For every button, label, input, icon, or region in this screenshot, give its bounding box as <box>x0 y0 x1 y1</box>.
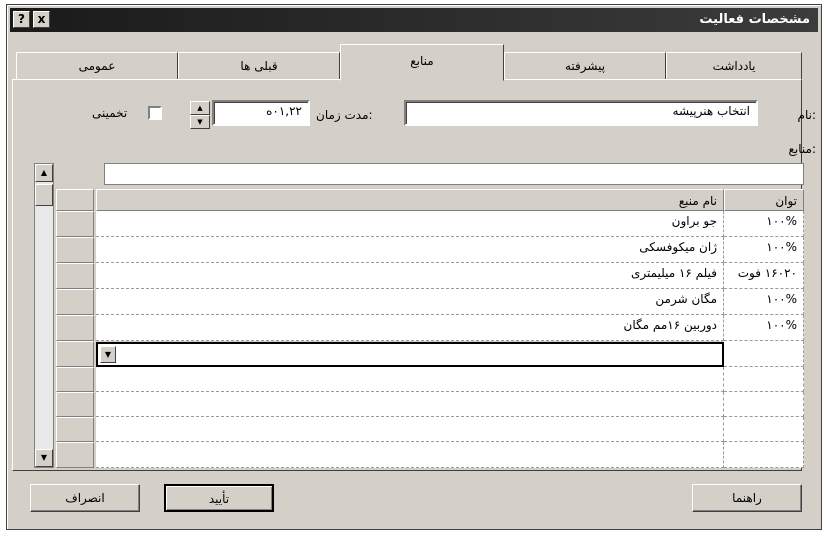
scroll-thumb[interactable] <box>35 184 53 206</box>
row-selector[interactable] <box>56 442 94 468</box>
tab-strip: یادداشت پیشرفته منابع قبلی ها عمومی <box>12 44 802 81</box>
cancel-button[interactable]: انصراف <box>30 484 140 512</box>
name-field[interactable]: انتخاب هنرپیشه <box>404 100 758 126</box>
row-selector[interactable] <box>56 392 94 417</box>
spin-up-icon[interactable]: ▲ <box>190 101 210 115</box>
help-button[interactable]: راهنما <box>692 484 802 512</box>
empty-cell[interactable] <box>96 367 724 392</box>
resource-name-cell[interactable]: مگان شرمن <box>96 289 724 315</box>
scroll-down-icon[interactable]: ▼ <box>35 449 53 467</box>
help-icon[interactable]: ? <box>13 11 30 28</box>
vertical-scrollbar[interactable]: ▲ ▼ <box>34 163 54 468</box>
tab-predecessors[interactable]: قبلی ها <box>178 52 340 80</box>
empty-cell[interactable] <box>724 442 804 468</box>
resource-units-cell[interactable]: ۱۰۰% <box>724 211 804 237</box>
resources-label: منابع: <box>788 142 816 156</box>
duration-label: مدت زمان: <box>316 108 373 122</box>
empty-cell[interactable] <box>724 417 804 442</box>
duration-spinner: ▲ ▼ <box>190 101 210 129</box>
grid-edit-bar[interactable] <box>104 163 804 185</box>
resource-name-cell[interactable]: جو براون <box>96 211 724 237</box>
resource-units-cell[interactable]: ۱۰۰% <box>724 315 804 341</box>
resource-name-cell[interactable]: فیلم ۱۶ میلیمتری <box>96 263 724 289</box>
row-selector[interactable] <box>56 289 94 315</box>
resources-grid: ▲ ▼ نام منبع توان جو براون ۱۰۰% ژان میکو… <box>34 163 804 468</box>
spin-down-icon[interactable]: ▼ <box>190 115 210 129</box>
tab-advanced[interactable]: پیشرفته <box>504 52 666 80</box>
resource-units-cell[interactable]: ۱۰۰% <box>724 237 804 263</box>
name-label: نام: <box>797 108 816 122</box>
resource-name-cell[interactable]: دوربین ۱۶مم مگان <box>96 315 724 341</box>
scroll-up-icon[interactable]: ▲ <box>35 164 53 182</box>
empty-cell[interactable] <box>96 392 724 417</box>
row-selector[interactable] <box>56 211 94 237</box>
estimated-checkbox[interactable] <box>148 106 162 120</box>
name-value: انتخاب هنرپیشه <box>672 104 750 118</box>
resource-units-cell[interactable]: ۱۰۰% <box>724 289 804 315</box>
row-selector[interactable] <box>56 367 94 392</box>
row-selector[interactable] <box>56 315 94 341</box>
header-row-selector <box>56 189 94 211</box>
tab-general[interactable]: عمومی <box>16 52 178 80</box>
row-selector[interactable] <box>56 341 94 367</box>
resource-name-cell[interactable]: ژان میکوفسکی <box>96 237 724 263</box>
column-header-name[interactable]: نام منبع <box>96 189 724 211</box>
resource-units-cell[interactable]: ۱۶۰۲۰ فوت <box>724 263 804 289</box>
dropdown-arrow-icon[interactable]: ▼ <box>100 346 116 363</box>
row-selector[interactable] <box>56 263 94 289</box>
close-icon[interactable]: x <box>33 11 50 28</box>
estimated-label: تخمینی <box>92 106 128 120</box>
tab-resources[interactable]: منابع <box>340 44 504 81</box>
empty-cell[interactable] <box>96 417 724 442</box>
resource-units-cell[interactable] <box>724 341 804 367</box>
ok-button[interactable]: تأیید <box>164 484 274 512</box>
empty-cell[interactable] <box>724 367 804 392</box>
duration-value: ۰۱,۲۲ه <box>266 104 302 118</box>
resource-name-dropdown[interactable]: ▼ <box>96 342 724 367</box>
window-title: مشخصات فعالیت <box>699 12 810 27</box>
tab-notes[interactable]: یادداشت <box>666 52 802 80</box>
column-header-units[interactable]: توان <box>724 189 804 211</box>
empty-cell[interactable] <box>96 442 724 468</box>
duration-field[interactable]: ۰۱,۲۲ه <box>212 100 310 126</box>
row-selector[interactable] <box>56 417 94 442</box>
row-selector[interactable] <box>56 237 94 263</box>
title-bar: مشخصات فعالیت ? x <box>10 8 818 32</box>
empty-cell[interactable] <box>724 392 804 417</box>
